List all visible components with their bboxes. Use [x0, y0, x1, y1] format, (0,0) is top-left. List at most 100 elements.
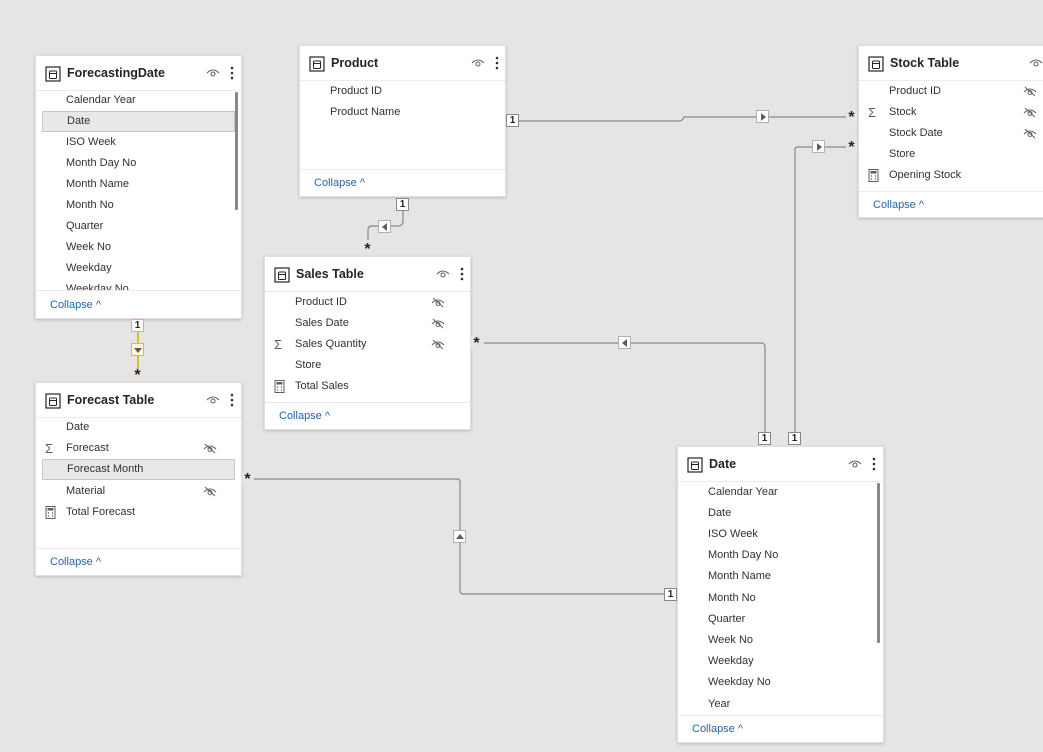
field-item[interactable]: Product ID: [306, 81, 499, 102]
eye-icon[interactable]: [206, 68, 220, 78]
table-card-sales-table[interactable]: Sales Table Product ID Sales Date Σ Sales…: [264, 256, 471, 430]
field-item[interactable]: Σ Sales Quantity: [271, 334, 464, 355]
field-item[interactable]: Date: [42, 417, 235, 438]
calculator-icon: [868, 169, 879, 182]
divider: [36, 548, 241, 549]
field-item[interactable]: Date: [684, 503, 877, 524]
table-card-forecastingdate[interactable]: ForecastingDate Calendar Year Date ISO W…: [35, 55, 242, 319]
more-options-icon[interactable]: [230, 65, 234, 81]
hidden-eye-icon[interactable]: [431, 297, 445, 308]
field-item[interactable]: Week No: [684, 630, 877, 651]
field-item[interactable]: Weekday No: [42, 279, 235, 290]
field-item[interactable]: Month Day No: [42, 153, 235, 174]
field-item[interactable]: Calendar Year: [684, 482, 877, 503]
field-item[interactable]: Weekday: [684, 651, 877, 672]
field-item[interactable]: Calendar Year: [42, 90, 235, 111]
more-options-icon[interactable]: [495, 55, 499, 71]
rel-date-stock: [794, 146, 846, 432]
scrollbar[interactable]: [235, 92, 238, 210]
field-item[interactable]: ISO Week: [684, 524, 877, 545]
rel-date-forecast-one: 1: [664, 588, 677, 601]
card-title: Stock Table: [890, 56, 960, 70]
table-card-product[interactable]: Product Product ID Product Name Collapse…: [299, 45, 506, 197]
field-item[interactable]: Product ID: [271, 292, 464, 313]
card-header[interactable]: Product: [300, 46, 505, 81]
field-item[interactable]: Month No: [42, 195, 235, 216]
card-header[interactable]: ForecastingDate: [36, 56, 241, 91]
rel-forecastingdate-forecast-direction-icon[interactable]: [131, 343, 144, 356]
field-item[interactable]: Material: [42, 481, 235, 502]
hidden-eye-icon[interactable]: [1023, 86, 1037, 97]
table-icon: [45, 66, 61, 82]
field-item[interactable]: Total Sales: [271, 376, 464, 397]
field-item[interactable]: ISO Week: [42, 132, 235, 153]
table-card-forecast-table[interactable]: Forecast Table Date Σ Forecast Forecast M…: [35, 382, 242, 576]
rel-date-sales-many: *: [471, 336, 482, 352]
card-header[interactable]: Stock Table: [859, 46, 1043, 81]
card-header[interactable]: Forecast Table: [36, 383, 241, 418]
rel-forecastingdate-forecast-many: *: [132, 368, 143, 384]
sigma-icon: Σ: [274, 337, 283, 352]
hidden-eye-icon[interactable]: [1023, 107, 1037, 118]
field-item[interactable]: Week No: [42, 237, 235, 258]
more-options-icon[interactable]: [872, 456, 876, 472]
field-item[interactable]: Store: [865, 144, 1041, 165]
field-item[interactable]: Total Forecast: [42, 502, 235, 523]
field-item[interactable]: Σ Forecast: [42, 438, 235, 459]
collapse-link[interactable]: Collapse ^: [50, 556, 101, 568]
more-options-icon[interactable]: [460, 266, 464, 282]
eye-icon[interactable]: [206, 395, 220, 405]
rel-product-stock: [506, 116, 846, 122]
rel-product-stock-direction-icon[interactable]: [756, 110, 769, 123]
collapse-link[interactable]: Collapse ^: [279, 410, 330, 422]
rel-date-sales-direction-icon[interactable]: [618, 336, 631, 349]
collapse-link[interactable]: Collapse ^: [50, 299, 101, 311]
collapse-link[interactable]: Collapse ^: [873, 199, 924, 211]
field-item[interactable]: Month Name: [684, 566, 877, 587]
hidden-eye-icon[interactable]: [203, 486, 217, 497]
collapse-link[interactable]: Collapse ^: [692, 723, 743, 735]
field-item[interactable]: Weekday No: [684, 672, 877, 693]
sigma-icon: Σ: [868, 105, 877, 120]
field-item[interactable]: Store: [271, 355, 464, 376]
card-title: Product: [331, 56, 379, 70]
rel-product-sales-direction-icon[interactable]: [378, 220, 391, 233]
table-card-date[interactable]: Date Calendar Year Date ISO Week Month D…: [677, 446, 884, 743]
eye-icon[interactable]: [471, 58, 485, 68]
hidden-eye-icon[interactable]: [431, 339, 445, 350]
rel-date-sales-one: 1: [758, 432, 771, 445]
field-item[interactable]: Quarter: [684, 609, 877, 630]
field-item[interactable]: Product ID: [865, 81, 1041, 102]
eye-icon[interactable]: [848, 459, 862, 469]
field-item[interactable]: Weekday: [42, 258, 235, 279]
more-options-icon[interactable]: [230, 392, 234, 408]
field-item[interactable]: Month Day No: [684, 545, 877, 566]
field-item[interactable]: Σ Stock: [865, 102, 1041, 123]
field-item-selected[interactable]: Date: [42, 111, 235, 132]
card-header[interactable]: Date: [678, 447, 883, 482]
field-item[interactable]: Month Name: [42, 174, 235, 195]
rel-date-forecast-direction-icon[interactable]: [453, 530, 466, 543]
hidden-eye-icon[interactable]: [431, 318, 445, 329]
field-item[interactable]: Year: [684, 694, 877, 715]
field-item[interactable]: Product Name: [306, 102, 499, 123]
field-item[interactable]: Month No: [684, 588, 877, 609]
calculator-icon: [274, 380, 285, 393]
chevron-up-icon: ^: [95, 556, 102, 568]
hidden-eye-icon[interactable]: [1023, 128, 1037, 139]
hidden-eye-icon[interactable]: [203, 443, 217, 454]
field-item[interactable]: Quarter: [42, 216, 235, 237]
rel-date-stock-direction-icon[interactable]: [812, 140, 825, 153]
field-item[interactable]: Opening Stock: [865, 165, 1041, 186]
field-item-selected[interactable]: Forecast Month: [42, 459, 235, 480]
collapse-link[interactable]: Collapse ^: [314, 177, 365, 189]
field-item[interactable]: Sales Date: [271, 313, 464, 334]
table-card-stock-table[interactable]: Stock Table Product ID Σ Stock Stock Date…: [858, 45, 1043, 218]
rel-date-stock-many: *: [846, 140, 857, 156]
scrollbar[interactable]: [877, 483, 880, 643]
eye-icon[interactable]: [1029, 58, 1043, 68]
table-icon: [868, 56, 884, 72]
field-item[interactable]: Stock Date: [865, 123, 1041, 144]
eye-icon[interactable]: [436, 269, 450, 279]
card-header[interactable]: Sales Table: [265, 257, 470, 292]
